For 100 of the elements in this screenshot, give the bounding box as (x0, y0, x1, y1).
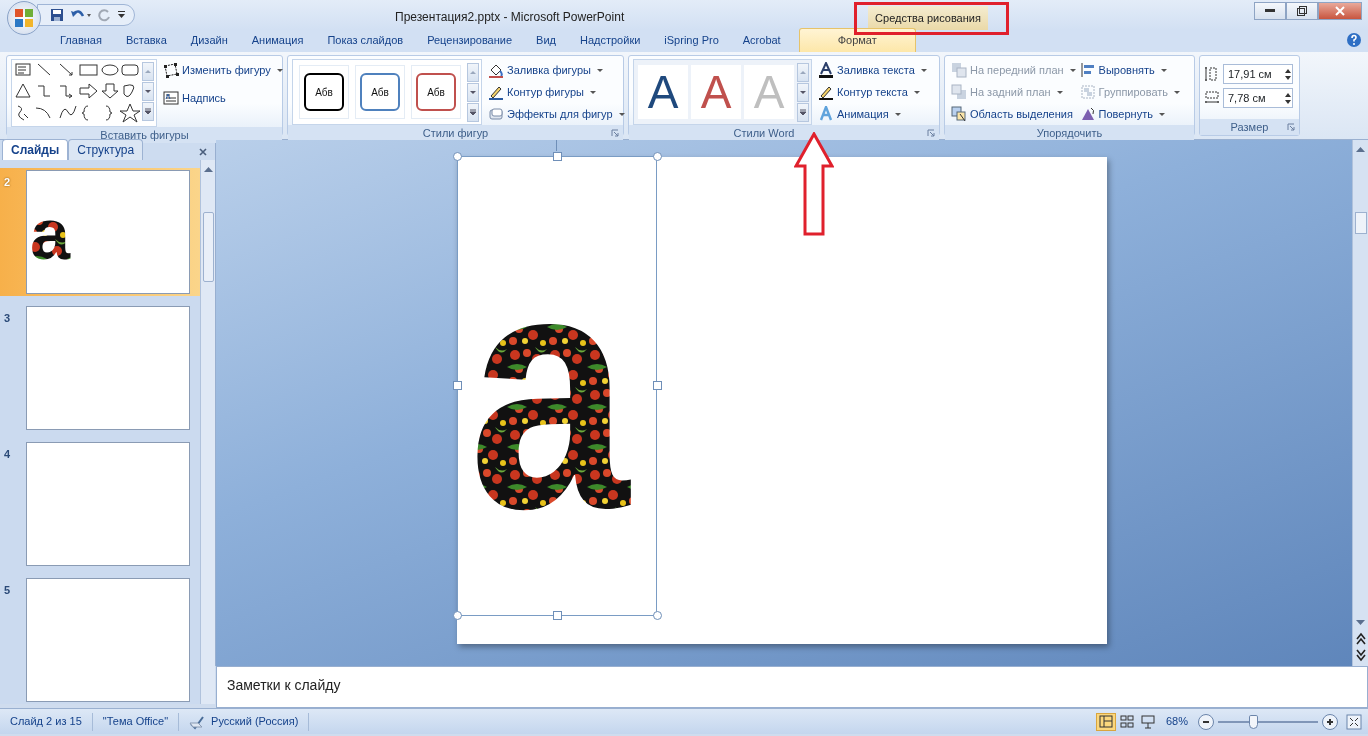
dialog-launcher-icon[interactable] (927, 129, 935, 137)
slide-thumbnail-row[interactable]: 2 a (0, 168, 200, 296)
gallery-scroll-icon[interactable] (144, 108, 152, 115)
slide-number: 2 (4, 175, 12, 190)
resize-handle[interactable] (453, 152, 462, 161)
ribbon-tab[interactable]: Показ слайдов (315, 28, 416, 52)
wordart-sample[interactable]: A (691, 65, 741, 119)
slide-thumbnail-row[interactable]: 5 (0, 576, 200, 704)
gallery-scroll-icon[interactable] (144, 88, 152, 95)
command-button[interactable]: Анимация (816, 103, 903, 125)
bring-forward-icon (951, 62, 967, 78)
ribbon-tab[interactable]: Рецензирование (415, 28, 525, 52)
sorter-view-icon (1119, 714, 1134, 729)
scroll-up-icon[interactable] (203, 166, 213, 172)
slide-thumbnail[interactable] (26, 578, 190, 702)
command-button[interactable]: Заливка фигуры (486, 59, 627, 81)
command-button[interactable]: Контур текста (816, 81, 922, 103)
slide-counter: Слайд 2 из 15 (10, 714, 82, 730)
view-button[interactable] (1095, 712, 1116, 731)
resize-handle[interactable] (653, 381, 662, 390)
resize-handle[interactable] (453, 611, 462, 620)
sample-text: Абв (427, 85, 445, 100)
ribbon-tab[interactable]: Вставка (113, 28, 179, 52)
fit-window-icon[interactable] (1346, 713, 1362, 730)
edit-shape-icon (163, 62, 179, 78)
sample-text: Абв (371, 85, 389, 100)
command-button[interactable]: Заливка текста (816, 59, 929, 81)
scroll-thumb[interactable] (1354, 212, 1367, 234)
restore-button[interactable] (1286, 2, 1318, 20)
size-field[interactable]: 17,91 см (1223, 64, 1293, 84)
gallery-scroll-icon[interactable] (799, 108, 807, 116)
scroll-up-icon[interactable] (1356, 146, 1365, 152)
gallery-scroll-icon[interactable] (799, 88, 807, 96)
group-icon (1079, 84, 1096, 100)
slide-number: 3 (4, 311, 12, 326)
ribbon-tab[interactable]: Анимация (239, 28, 316, 52)
office-button[interactable] (7, 1, 41, 35)
dialog-launcher-icon[interactable] (1287, 123, 1295, 131)
align-icon (1079, 62, 1096, 78)
dialog-launcher-icon[interactable] (611, 129, 619, 137)
customize-icon[interactable] (118, 10, 126, 20)
gallery-scroll-icon[interactable] (469, 108, 477, 116)
slider-thumb[interactable] (1249, 714, 1258, 729)
show-view-icon (1140, 714, 1155, 729)
shape-effects-icon (488, 106, 504, 122)
scrollbar[interactable] (200, 160, 215, 704)
zoom-in-button[interactable] (1322, 713, 1338, 730)
selection-pane-icon (951, 106, 967, 122)
slide-thumbnail[interactable] (26, 442, 190, 566)
office-logo-icon (14, 8, 34, 28)
command-button[interactable]: Контур фигуры (486, 81, 627, 103)
selection-frame[interactable] (457, 156, 657, 616)
style-sample[interactable]: Абв (299, 65, 349, 119)
resize-handle[interactable] (653, 152, 662, 161)
ribbon-tab[interactable]: Acrobat (730, 28, 793, 52)
resize-handle[interactable] (553, 611, 562, 620)
slide-thumbnail[interactable] (26, 306, 190, 430)
command-button[interactable]: Область выделения (949, 103, 1075, 125)
scroll-down-icon[interactable] (1356, 620, 1365, 626)
ribbon-tab[interactable]: Надстройки (568, 28, 653, 52)
command-button[interactable]: Надпись (161, 87, 285, 109)
scroll-thumb[interactable] (202, 212, 214, 282)
slide-thumbnail-row[interactable]: 3 (0, 304, 200, 432)
pane-tab[interactable]: Структура (68, 139, 144, 160)
group-title: Стили фигур (422, 125, 489, 141)
command-button[interactable]: Эффекты для фигур (486, 103, 627, 125)
pane-tab[interactable]: Слайды (2, 139, 69, 160)
resize-handle[interactable] (453, 381, 462, 390)
scrollbar[interactable] (1352, 140, 1368, 666)
redo-icon[interactable] (98, 8, 112, 22)
group-title: Стили Word (733, 125, 795, 141)
zoom-out-button[interactable] (1198, 713, 1214, 730)
style-sample[interactable]: Абв (355, 65, 405, 119)
previous-slide-icon[interactable] (1355, 632, 1366, 646)
command-button[interactable]: Повернуть (1077, 103, 1167, 125)
slide-thumbnail-row[interactable]: 4 (0, 440, 200, 568)
close-button[interactable] (1318, 2, 1362, 20)
spinner-icon[interactable] (1284, 67, 1292, 81)
wordart-letter[interactable]: a (469, 307, 647, 527)
wordart-sample[interactable]: A (638, 65, 688, 119)
command-button[interactable]: Выровнять (1077, 59, 1169, 81)
ribbon-tab[interactable]: Дизайн (178, 28, 240, 52)
spinner-icon[interactable] (1284, 91, 1292, 105)
theme-name: "Тема Office" (102, 714, 169, 730)
gallery-scroll-icon[interactable] (469, 88, 477, 96)
command-button[interactable]: Изменить фигуру (161, 59, 285, 81)
minimize-button[interactable] (1254, 2, 1286, 20)
save-icon[interactable] (50, 8, 64, 22)
resize-handle[interactable] (553, 152, 562, 161)
help-icon[interactable] (1346, 32, 1362, 48)
ribbon-tab[interactable]: iSpring Pro (652, 28, 731, 52)
slide-thumbnail[interactable]: a (26, 170, 190, 294)
ribbon-tab[interactable]: Главная (48, 28, 114, 52)
style-sample[interactable]: Абв (411, 65, 461, 119)
context-tab-header: Средства рисования (868, 6, 988, 30)
ribbon-tab[interactable]: Вид (524, 28, 568, 52)
size-field[interactable]: 7,78 см (1223, 88, 1293, 108)
resize-handle[interactable] (653, 611, 662, 620)
next-slide-icon[interactable] (1355, 648, 1366, 662)
notes-pane[interactable]: Заметки к слайду (216, 666, 1368, 708)
